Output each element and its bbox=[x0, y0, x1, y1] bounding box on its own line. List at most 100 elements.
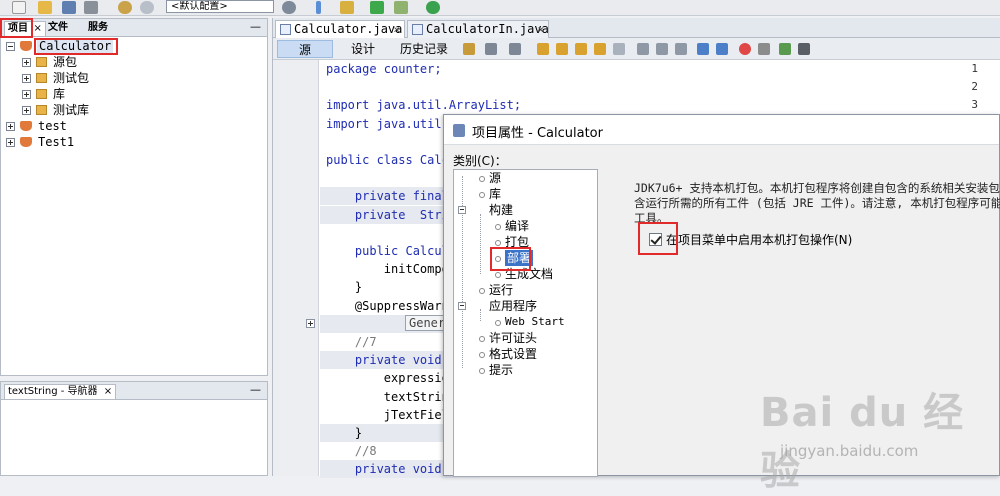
history-mode-button[interactable]: 历史记录 bbox=[393, 40, 455, 58]
find-selection-icon[interactable] bbox=[537, 43, 549, 55]
expand-icon[interactable] bbox=[22, 90, 31, 99]
tree-node-source-packages[interactable]: 源包 bbox=[1, 54, 267, 70]
source-mode-button[interactable]: 源 bbox=[277, 40, 333, 58]
tree-node-test-libraries[interactable]: 测试库 bbox=[1, 102, 267, 118]
code-line[interactable]: } bbox=[326, 424, 362, 442]
tree-node-test[interactable]: test bbox=[1, 118, 267, 134]
close-icon[interactable]: × bbox=[537, 21, 544, 38]
uncomment-icon[interactable] bbox=[798, 43, 810, 55]
gear-icon[interactable] bbox=[282, 1, 296, 14]
java-project-icon bbox=[20, 41, 32, 51]
code-line[interactable]: package counter; bbox=[326, 60, 442, 78]
new-file-icon[interactable] bbox=[12, 1, 26, 14]
build-hammer-icon[interactable] bbox=[316, 1, 321, 14]
debug-icon[interactable] bbox=[394, 1, 408, 14]
description-line: JDK7u6+ 支持本机打包。本机打包程序将创建自包含的系统相关安装包 bbox=[634, 181, 1000, 195]
category-libraries[interactable]: 库 bbox=[478, 186, 501, 202]
dialog-titlebar[interactable]: 项目属性 - Calculator bbox=[444, 115, 999, 145]
category-label: 类别(C)： bbox=[453, 154, 507, 168]
clean-build-icon[interactable] bbox=[340, 1, 354, 14]
code-line[interactable]: import java.util.ArrayList; bbox=[326, 96, 521, 114]
find-previous-icon[interactable] bbox=[556, 43, 568, 55]
shift-right-icon[interactable] bbox=[716, 43, 728, 55]
start-macro-icon[interactable] bbox=[739, 43, 751, 55]
category-hints[interactable]: 提示 bbox=[478, 362, 513, 378]
category-run[interactable]: 运行 bbox=[478, 282, 513, 298]
expand-icon[interactable] bbox=[22, 106, 31, 115]
previous-bookmark-icon[interactable] bbox=[637, 43, 649, 55]
stop-macro-icon[interactable] bbox=[758, 43, 770, 55]
category-web-start[interactable]: Web Start bbox=[495, 314, 565, 330]
profile-icon[interactable] bbox=[426, 1, 440, 14]
tab-services[interactable]: 服务 bbox=[85, 21, 111, 36]
description-line: 工具。 bbox=[634, 211, 669, 225]
tree-node-libraries[interactable]: 库 bbox=[1, 86, 267, 102]
toggle-highlight-icon[interactable] bbox=[594, 43, 606, 55]
close-project-icon[interactable] bbox=[84, 1, 98, 14]
code-line[interactable]: //8 bbox=[326, 442, 377, 460]
description-line: 含运行所需的所有工件 (包括 JRE 工件)。请注意, 本机打包程序可能 bbox=[634, 196, 1000, 210]
tab-navigator[interactable]: textString - 导航器 × bbox=[4, 384, 117, 399]
close-icon[interactable]: × bbox=[104, 386, 112, 397]
expand-icon[interactable] bbox=[22, 58, 31, 67]
java-file-icon bbox=[412, 24, 423, 35]
highlight-box-checkbox bbox=[638, 222, 678, 255]
project-properties-icon bbox=[453, 124, 465, 137]
undo-icon[interactable] bbox=[118, 1, 132, 14]
library-folder-icon bbox=[36, 89, 47, 99]
tab-calculator-java[interactable]: Calculator.java × bbox=[275, 20, 405, 38]
code-line[interactable]: } bbox=[326, 278, 362, 296]
line-number: 3 bbox=[971, 98, 978, 112]
category-source[interactable]: 源 bbox=[478, 170, 501, 186]
expand-icon[interactable] bbox=[6, 138, 15, 147]
configuration-select[interactable]: <默认配置> bbox=[166, 0, 274, 13]
run-icon[interactable] bbox=[370, 1, 384, 14]
tab-navigator-label: textString - 导航器 bbox=[8, 386, 98, 397]
close-icon[interactable]: × bbox=[393, 21, 400, 38]
find-next-icon[interactable] bbox=[575, 43, 587, 55]
native-packaging-description: JDK7u6+ 支持本机打包。本机打包程序将创建自包含的系统相关安装包 含运行所… bbox=[634, 181, 1000, 226]
next-bookmark-icon[interactable] bbox=[656, 43, 668, 55]
tree-node-label: 库 bbox=[53, 87, 66, 101]
code-line[interactable]: //7 bbox=[326, 333, 377, 351]
category-compile[interactable]: 编译 bbox=[494, 218, 529, 234]
tab-files[interactable]: 文件 bbox=[45, 21, 71, 36]
expand-icon[interactable] bbox=[6, 122, 15, 131]
forward-icon[interactable] bbox=[509, 43, 521, 55]
last-edit-icon[interactable] bbox=[463, 43, 475, 55]
expand-icon[interactable] bbox=[22, 74, 31, 83]
category-build[interactable]: 构建 bbox=[489, 202, 513, 218]
category-formatting[interactable]: 格式设置 bbox=[478, 346, 537, 362]
tree-guide-line bbox=[480, 214, 481, 274]
tree-node-label: 源包 bbox=[53, 55, 78, 69]
redo-icon[interactable] bbox=[140, 1, 154, 14]
tree-guide-line bbox=[462, 176, 463, 368]
toggle-bookmark-icon[interactable] bbox=[675, 43, 687, 55]
tree-node-test-packages[interactable]: 测试包 bbox=[1, 70, 267, 86]
save-all-icon[interactable] bbox=[62, 1, 76, 14]
close-icon[interactable]: × bbox=[33, 23, 41, 34]
collapse-icon[interactable] bbox=[458, 302, 466, 310]
back-icon[interactable] bbox=[485, 43, 497, 55]
tree-node-label: 测试包 bbox=[53, 71, 90, 85]
editor-tabs: Calculator.java × CalculatorIn.java × bbox=[273, 18, 1000, 38]
line-number: 1 bbox=[971, 62, 978, 75]
design-mode-button[interactable]: 设计 bbox=[337, 40, 389, 58]
toggle-rect-select-icon[interactable] bbox=[613, 43, 625, 55]
tab-calculatorin-java[interactable]: CalculatorIn.java × bbox=[407, 20, 549, 38]
open-project-icon[interactable] bbox=[38, 1, 52, 14]
expand-fold-icon[interactable] bbox=[306, 318, 315, 328]
minimize-icon[interactable]: — bbox=[250, 20, 261, 33]
category-license-headers[interactable]: 许可证头 bbox=[478, 330, 537, 346]
minimize-icon[interactable]: — bbox=[250, 383, 261, 396]
shift-left-icon[interactable] bbox=[697, 43, 709, 55]
projects-panel: 项目 × 文件 服务 — Calculator 源包 测试包 库 测试库 tes… bbox=[0, 18, 268, 376]
enable-native-packaging-label[interactable]: 在项目菜单中启用本机打包操作(N) bbox=[666, 233, 852, 247]
category-application[interactable]: 应用程序 bbox=[489, 298, 537, 314]
tree-guide-line bbox=[480, 309, 481, 321]
line-number: 2 bbox=[971, 80, 978, 94]
collapse-icon[interactable] bbox=[458, 206, 466, 214]
tree-node-test1[interactable]: Test1 bbox=[1, 134, 267, 150]
collapse-icon[interactable] bbox=[6, 42, 15, 51]
comment-icon[interactable] bbox=[779, 43, 791, 55]
